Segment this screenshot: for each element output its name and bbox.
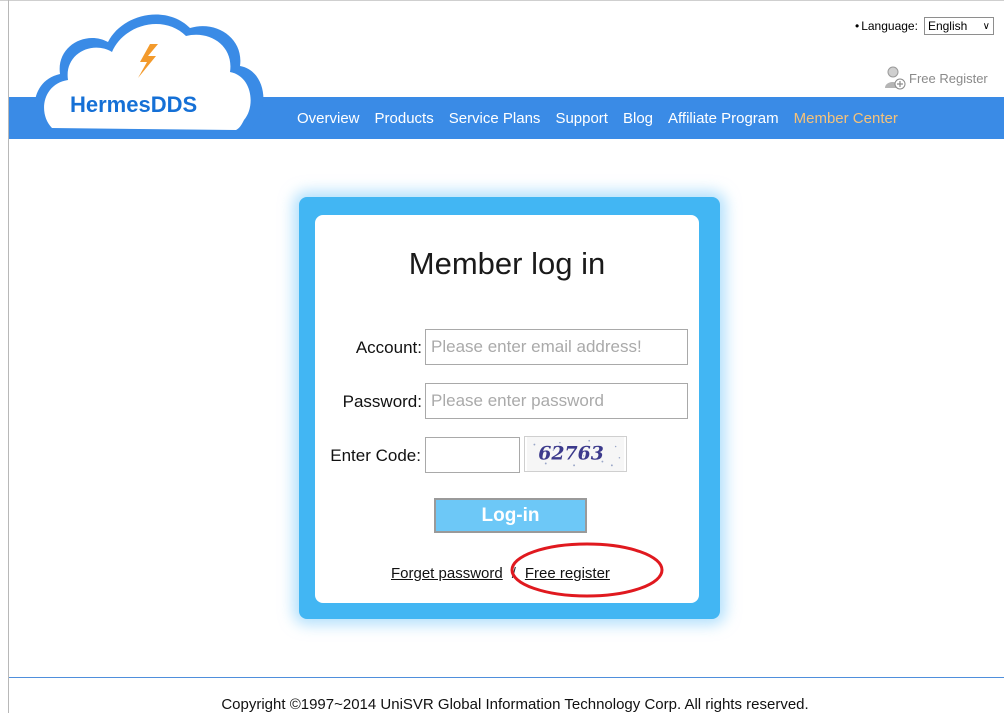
nav-item-products[interactable]: Products xyxy=(375,110,434,127)
copyright-text: Copyright ©1997~2014 UniSVR Global Infor… xyxy=(221,696,809,713)
nav-item-service-plans[interactable]: Service Plans xyxy=(449,110,541,127)
login-button[interactable]: Log-in xyxy=(434,498,587,533)
bullet: • xyxy=(855,19,860,33)
code-input[interactable] xyxy=(425,437,520,473)
password-label: Password: xyxy=(342,392,422,411)
footer-divider xyxy=(9,677,1004,678)
chevron-down-icon: ∨ xyxy=(982,20,990,32)
top-free-register-label: Free Register xyxy=(909,70,988,86)
nav-item-overview[interactable]: Overview xyxy=(297,110,360,127)
nav-item-blog[interactable]: Blog xyxy=(623,110,653,127)
annotation-circle xyxy=(510,542,664,598)
password-input[interactable]: Please enter password xyxy=(425,383,688,419)
login-title: Member log in xyxy=(408,246,606,281)
captcha-text: 62763 xyxy=(538,443,604,465)
code-label: Enter Code: xyxy=(330,446,421,465)
account-input[interactable]: Please enter email address! xyxy=(425,329,688,365)
nav-item-member-center[interactable]: Member Center xyxy=(794,110,898,127)
main-nav: Overview Products Service Plans Support … xyxy=(297,110,913,127)
language-dropdown[interactable]: English ∨ xyxy=(923,17,994,35)
language-label: Language: xyxy=(861,19,918,33)
brand-name: HermesDDS xyxy=(70,92,198,117)
user-add-icon xyxy=(885,66,906,90)
language-selected: English xyxy=(927,19,968,33)
window-top-border xyxy=(0,0,1004,1)
forget-password-link[interactable]: Forget password xyxy=(391,565,503,582)
language-selector: • Language: English ∨ xyxy=(855,17,994,35)
captcha-image[interactable]: 62763 xyxy=(524,436,627,472)
nav-item-affiliate-program[interactable]: Affiliate Program xyxy=(668,110,779,127)
top-free-register-link[interactable]: Free Register xyxy=(884,66,988,90)
account-label: Account: xyxy=(355,338,422,357)
nav-item-support[interactable]: Support xyxy=(555,110,608,127)
